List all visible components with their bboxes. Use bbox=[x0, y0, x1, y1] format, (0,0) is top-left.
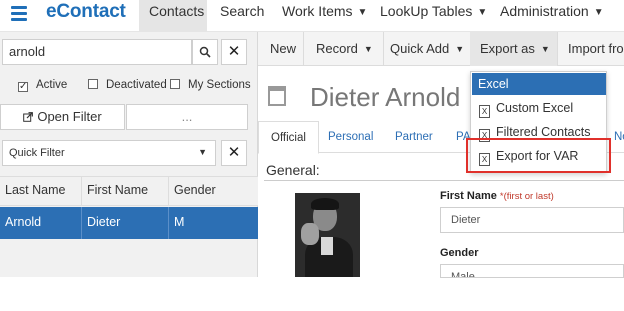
import-from-label: Import from bbox=[568, 41, 624, 56]
clear-quick-filter-button[interactable]: ✕ bbox=[221, 140, 247, 166]
export-as-label: Export as bbox=[480, 41, 535, 56]
nav-contacts[interactable]: Contacts bbox=[139, 0, 207, 32]
chevron-down-icon: ▼ bbox=[198, 147, 207, 157]
active-checkbox[interactable]: ✓ Active bbox=[18, 79, 67, 92]
search-icon bbox=[199, 46, 211, 58]
nav-administration[interactable]: Administration ▼ bbox=[490, 0, 614, 32]
deactivated-checkbox[interactable]: Deactivated bbox=[88, 79, 167, 91]
excel-file-icon: X bbox=[479, 105, 490, 118]
cell-first-name: Dieter bbox=[82, 207, 169, 239]
menu-item-excel[interactable]: Excel bbox=[472, 73, 606, 95]
new-label: New bbox=[270, 41, 297, 56]
quick-add-label: Quick Add bbox=[390, 41, 450, 56]
first-name-hint: *(first or last) bbox=[499, 191, 554, 202]
record-label: Record bbox=[316, 41, 358, 56]
record-menu-button[interactable]: Record ▼ bbox=[306, 32, 384, 66]
contact-grid-header: Last Name First Name Gender bbox=[0, 176, 258, 206]
top-navigation-bar: eContact Contacts Search Work Items ▼ Loo… bbox=[0, 0, 624, 32]
section-title-general: General: bbox=[266, 162, 320, 178]
chevron-down-icon: ▼ bbox=[540, 44, 550, 54]
quick-filter-select[interactable]: Quick Filter ▼ bbox=[2, 140, 216, 166]
nav-search-label: Search bbox=[220, 3, 265, 19]
active-label: Active bbox=[36, 79, 68, 91]
record-toolbar: New Record ▼ Quick Add ▼ Export as ▼ Import… bbox=[258, 32, 624, 66]
export-as-button[interactable]: Export as ▼ bbox=[470, 32, 558, 66]
my-sections-label: My Sections bbox=[188, 79, 251, 91]
import-from-button[interactable]: Import from bbox=[558, 32, 624, 66]
first-name-field[interactable]: Dieter bbox=[440, 207, 624, 233]
filtered-contacts-label: Filtered Contacts bbox=[496, 125, 591, 139]
search-input[interactable]: arnold bbox=[2, 39, 192, 65]
open-filter-button[interactable]: Open Filter bbox=[0, 104, 125, 130]
nav-lookup-tables-label: LookUp Tables bbox=[380, 3, 473, 19]
nav-work-items-label: Work Items bbox=[282, 3, 353, 19]
cell-gender: M bbox=[174, 215, 185, 229]
chevron-down-icon: ▼ bbox=[477, 7, 488, 18]
nav-search[interactable]: Search bbox=[210, 0, 274, 32]
close-icon: ✕ bbox=[227, 43, 241, 60]
checkbox-checked-icon: ✓ bbox=[18, 81, 28, 92]
tab-personal[interactable]: Personal bbox=[316, 121, 385, 153]
external-link-icon bbox=[23, 112, 34, 122]
cell-last-name: Arnold bbox=[0, 207, 82, 239]
app-brand[interactable]: eContact bbox=[46, 1, 126, 23]
hamburger-menu-icon[interactable] bbox=[11, 6, 27, 21]
menu-item-custom-excel[interactable]: X Custom Excel bbox=[471, 96, 606, 120]
gender-select[interactable]: Male bbox=[440, 264, 624, 278]
contact-name: Dieter Arnold bbox=[310, 82, 461, 112]
column-header-gender[interactable]: Gender bbox=[169, 177, 258, 205]
quick-filter-value: Quick Filter bbox=[9, 147, 65, 159]
first-name-label: First Name *(first or last) bbox=[440, 190, 554, 202]
gender-label: Gender bbox=[440, 247, 479, 259]
custom-excel-label: Custom Excel bbox=[496, 101, 574, 115]
chevron-down-icon: ▼ bbox=[593, 7, 604, 18]
my-sections-checkbox[interactable]: My Sections bbox=[170, 79, 251, 91]
contact-photo bbox=[295, 193, 360, 277]
column-header-last-name[interactable]: Last Name bbox=[0, 177, 82, 205]
open-filter-label: Open Filter bbox=[37, 109, 102, 124]
contact-list-panel: arnold ✕ ✓ Active Deactivated My Sections… bbox=[0, 32, 258, 277]
new-button[interactable]: New bbox=[258, 32, 305, 66]
chevron-down-icon: ▼ bbox=[357, 7, 368, 18]
section-divider bbox=[264, 180, 624, 181]
nav-contacts-label: Contacts bbox=[149, 3, 205, 19]
deactivated-label: Deactivated bbox=[106, 79, 167, 91]
close-icon: ✕ bbox=[227, 144, 241, 161]
first-name-label-text: First Name bbox=[440, 190, 497, 202]
column-header-first-name[interactable]: First Name bbox=[82, 177, 169, 205]
calendar-icon bbox=[268, 86, 286, 106]
clear-search-button[interactable]: ✕ bbox=[221, 39, 247, 65]
nav-administration-label: Administration bbox=[500, 3, 589, 19]
table-row[interactable]: Arnold Dieter M bbox=[0, 207, 258, 239]
tab-partner[interactable]: Partner bbox=[383, 121, 445, 153]
highlight-callout-box bbox=[466, 138, 611, 173]
chevron-down-icon: ▼ bbox=[363, 44, 373, 54]
nav-work-items[interactable]: Work Items ▼ bbox=[272, 0, 377, 32]
checkbox-icon bbox=[170, 79, 180, 89]
chevron-down-icon: ▼ bbox=[455, 44, 465, 54]
checkbox-icon bbox=[88, 79, 98, 89]
more-label: ... bbox=[181, 109, 193, 124]
quick-add-button[interactable]: Quick Add ▼ bbox=[380, 32, 476, 66]
more-filters-button[interactable]: ... bbox=[126, 104, 248, 130]
nav-lookup-tables[interactable]: LookUp Tables ▼ bbox=[370, 0, 497, 32]
search-button[interactable] bbox=[192, 39, 218, 65]
tab-official[interactable]: Official bbox=[258, 121, 319, 154]
